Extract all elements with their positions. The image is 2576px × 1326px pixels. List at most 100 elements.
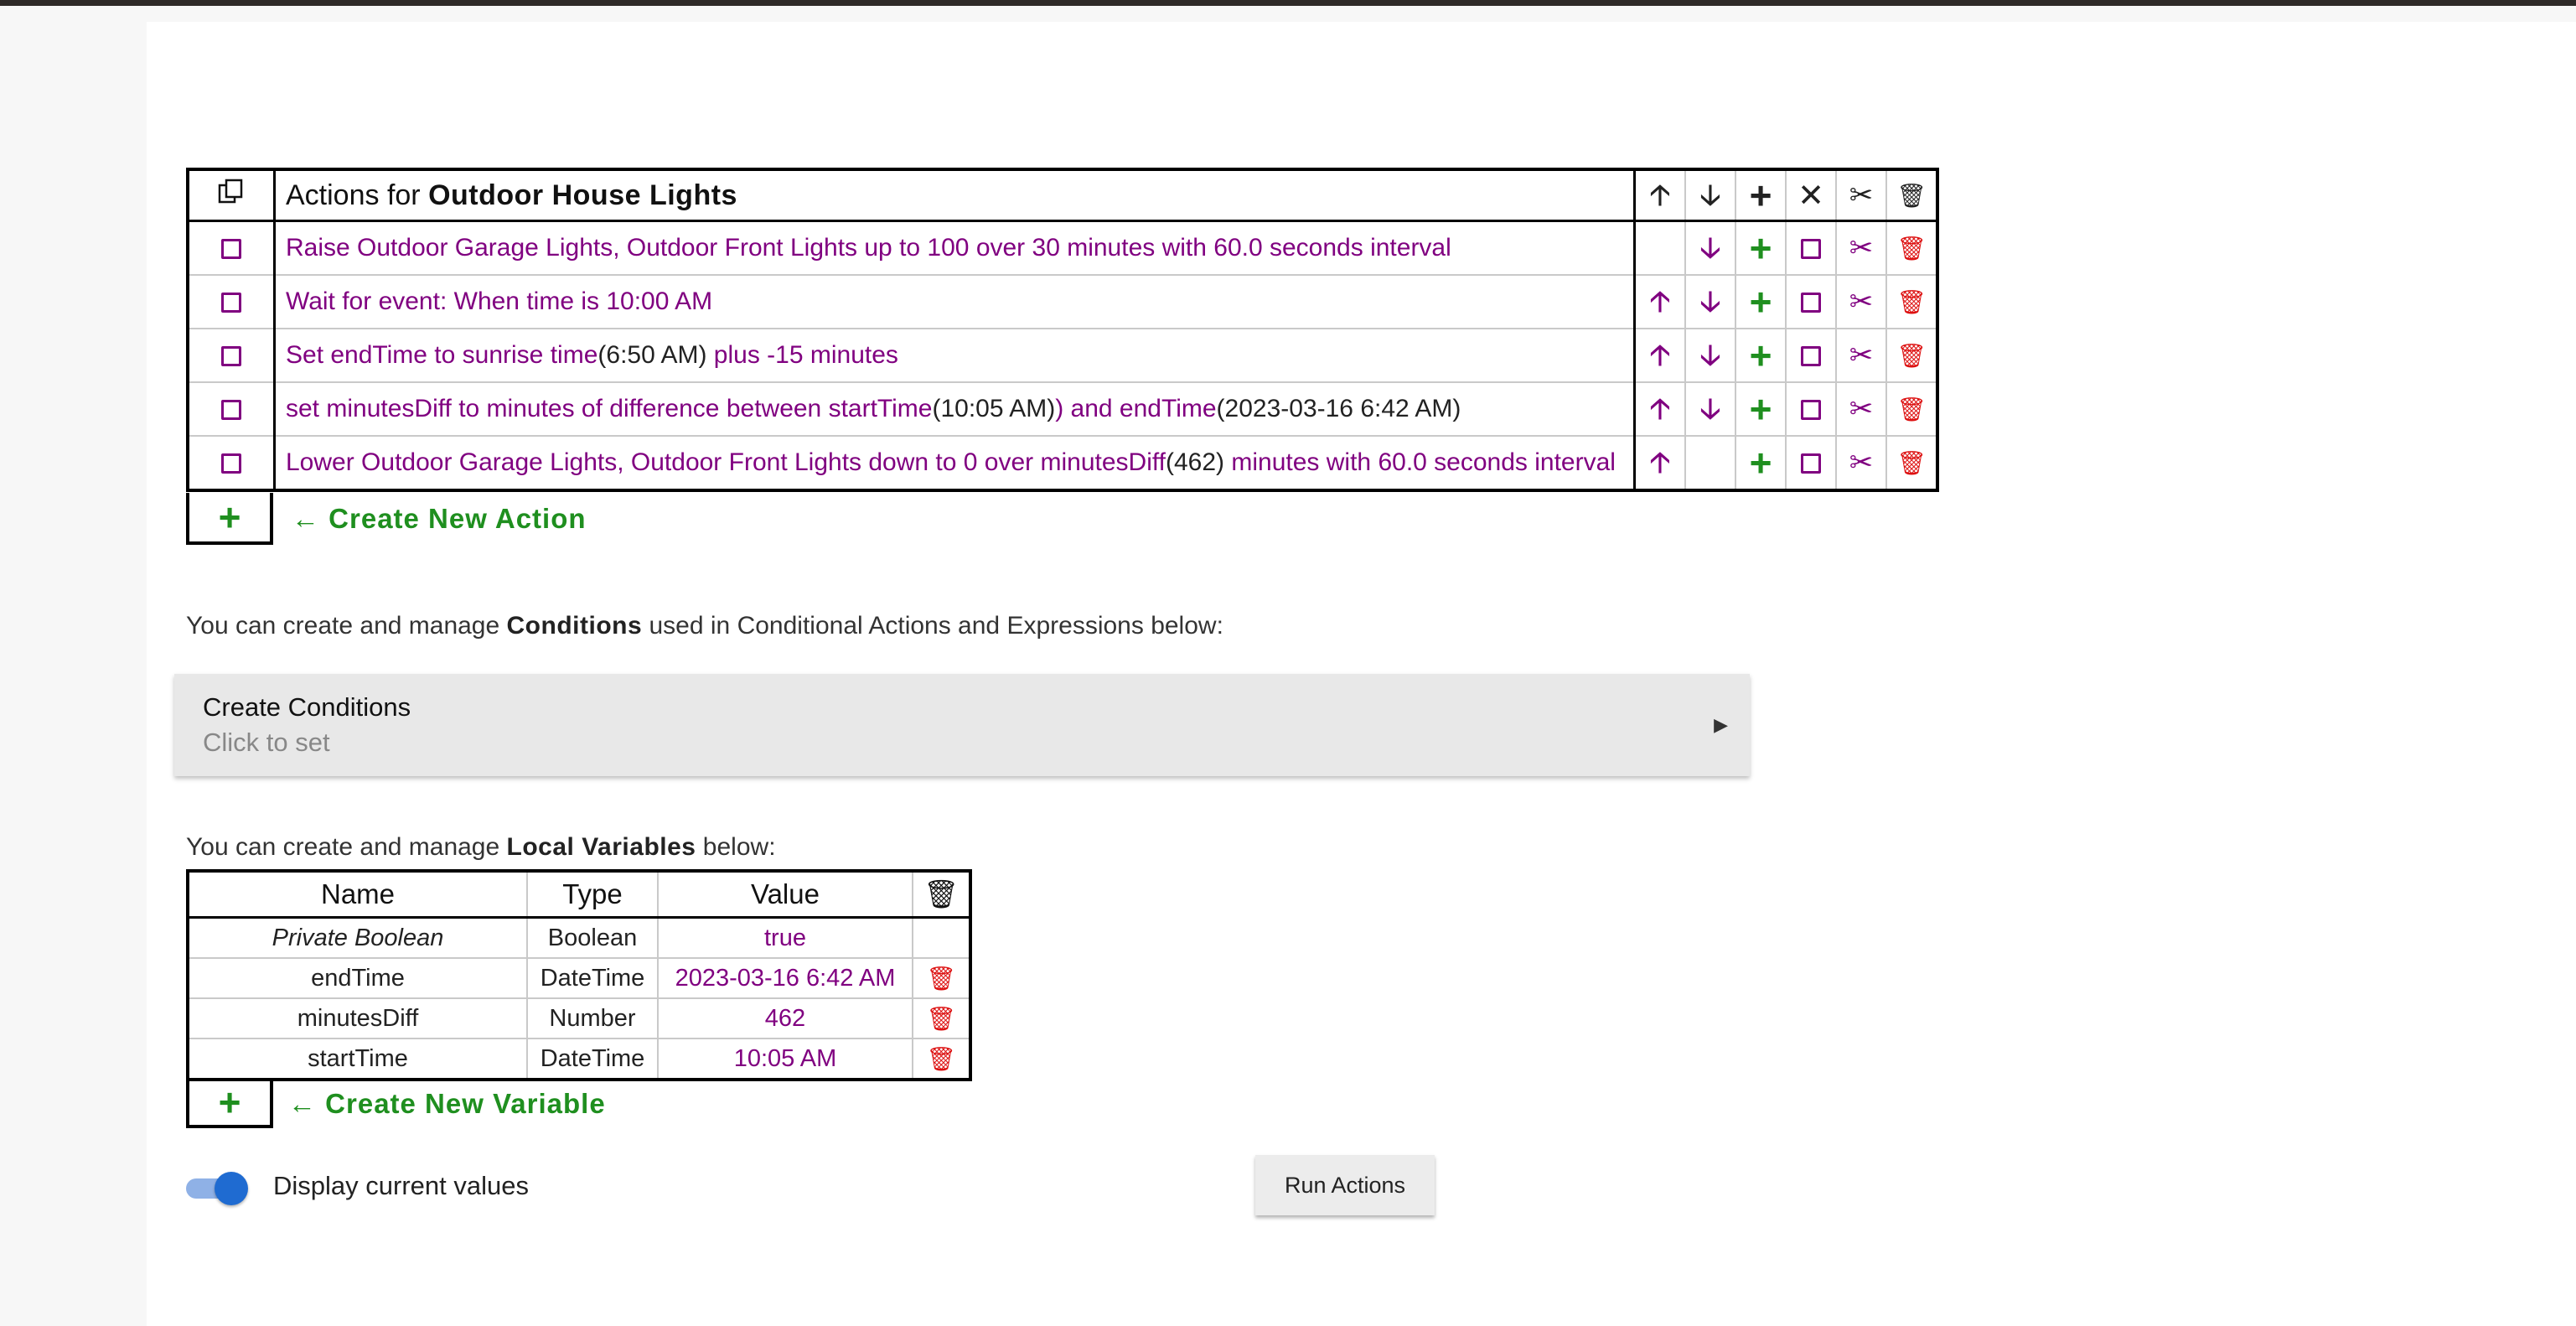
create-action-button[interactable]: + [186, 493, 273, 545]
toggle-knob [215, 1172, 248, 1205]
create-variable-button[interactable]: + [186, 1080, 273, 1128]
insert-action-icon[interactable]: + [1735, 274, 1787, 329]
action-select-checkbox[interactable] [187, 274, 276, 329]
cut-action-icon[interactable]: ✂ [1835, 381, 1887, 437]
delete-variable-icon[interactable]: 🗑 [912, 997, 971, 1039]
select-row-icon[interactable] [1785, 435, 1837, 491]
action-text-segment: plus -15 minutes [706, 341, 898, 369]
checkbox-icon [1801, 293, 1821, 313]
checkbox-icon [221, 453, 241, 474]
variable-type: DateTime [526, 1038, 659, 1080]
insert-header-icon[interactable]: + [1735, 168, 1787, 222]
copy-icon[interactable] [187, 168, 276, 222]
action-row: Set endTime to sunrise time(6:50 AM) plu… [187, 328, 1938, 383]
select-row-icon[interactable] [1785, 220, 1837, 276]
variable-value[interactable]: true [657, 916, 913, 959]
select-row-icon[interactable] [1785, 328, 1837, 383]
move-down-icon[interactable]: 🡣 [1684, 220, 1736, 276]
plus-icon: + [218, 1080, 241, 1124]
cut-action-icon[interactable]: ✂ [1835, 435, 1887, 491]
variable-row: endTime DateTime 2023-03-16 6:42 AM 🗑 [187, 957, 971, 999]
action-select-checkbox[interactable] [187, 328, 276, 383]
create-new-action-link[interactable]: ← Create New Action [292, 503, 587, 535]
top-bar [0, 0, 2576, 6]
checkbox-icon [221, 400, 241, 421]
insert-action-icon[interactable]: + [1735, 435, 1787, 491]
actions-title: Actions for Outdoor House Lights [273, 168, 1636, 222]
move-up-icon[interactable]: 🡡 [1633, 328, 1686, 383]
variable-value[interactable]: 462 [657, 997, 913, 1039]
move-down-header-icon[interactable]: 🡣 [1684, 168, 1736, 222]
plus-icon: + [218, 495, 241, 539]
delete-action-icon[interactable]: 🗑 [1885, 220, 1938, 276]
action-text-segment: (6:50 AM) [597, 341, 707, 369]
move-down-icon[interactable]: 🡣 [1684, 274, 1736, 329]
action-select-checkbox[interactable] [187, 220, 276, 276]
action-text[interactable]: Wait for event: When time is 10:00 AM [273, 274, 1636, 329]
create-conditions-panel[interactable]: Create Conditions Click to set ▶ [174, 674, 1750, 776]
action-text-segment: Lower Outdoor Garage Lights, Outdoor Fro… [286, 448, 1166, 476]
display-values-label: Display current values [273, 1171, 529, 1200]
delete-variable-icon[interactable]: 🗑 [912, 1038, 971, 1080]
action-row: Lower Outdoor Garage Lights, Outdoor Fro… [187, 435, 1938, 491]
checkbox-icon [1801, 400, 1821, 421]
checkbox-icon [1801, 239, 1821, 260]
action-text[interactable]: Lower Outdoor Garage Lights, Outdoor Fro… [273, 435, 1636, 491]
select-row-icon[interactable] [1785, 381, 1837, 437]
insert-action-icon[interactable]: + [1735, 220, 1787, 276]
checkbox-icon [221, 293, 241, 313]
delete-variable-icon [912, 916, 971, 959]
action-select-checkbox[interactable] [187, 381, 276, 437]
create-conditions-subtitle: Click to set [203, 728, 330, 757]
variable-type: DateTime [526, 957, 659, 999]
run-actions-button[interactable]: Run Actions [1255, 1155, 1435, 1215]
move-down-icon[interactable] [1684, 435, 1736, 491]
variable-name[interactable]: Private Boolean [187, 916, 528, 959]
action-select-checkbox[interactable] [187, 435, 276, 491]
cut-action-icon[interactable]: ✂ [1835, 274, 1887, 329]
action-text-segment: minutes with 60.0 seconds interval [1224, 448, 1616, 476]
variables-header-row: Name Type Value 🗑 [187, 870, 971, 919]
delete-action-icon[interactable]: 🗑 [1885, 381, 1938, 437]
variables-table: Name Type Value 🗑 Private Boolean Boolean… [186, 869, 972, 1081]
insert-action-icon[interactable]: + [1735, 328, 1787, 383]
create-new-variable-link[interactable]: ← Create New Variable [288, 1088, 606, 1120]
variable-name[interactable]: minutesDiff [187, 997, 528, 1039]
cut-header-icon[interactable]: ✂ [1835, 168, 1887, 222]
move-up-icon[interactable]: 🡡 [1633, 381, 1686, 437]
trash-header-icon[interactable]: 🗑 [1885, 168, 1938, 222]
move-down-icon[interactable]: 🡣 [1684, 381, 1736, 437]
move-up-header-icon[interactable]: 🡡 [1633, 168, 1686, 222]
trash-header-icon[interactable]: 🗑 [912, 870, 971, 919]
move-up-icon[interactable] [1633, 220, 1686, 276]
move-up-icon[interactable]: 🡡 [1633, 435, 1686, 491]
variable-value[interactable]: 10:05 AM [657, 1038, 913, 1080]
action-text[interactable]: Set endTime to sunrise time(6:50 AM) plu… [273, 328, 1636, 383]
action-text[interactable]: Raise Outdoor Garage Lights, Outdoor Fro… [273, 220, 1636, 276]
deselect-all-icon[interactable]: ✕ [1785, 168, 1837, 222]
variable-name[interactable]: startTime [187, 1038, 528, 1080]
column-value-header: Value [657, 870, 913, 919]
variables-intro: You can create and manage Local Variable… [186, 833, 776, 861]
cut-action-icon[interactable]: ✂ [1835, 220, 1887, 276]
action-text-segment: (462) [1166, 448, 1225, 476]
delete-action-icon[interactable]: 🗑 [1885, 274, 1938, 329]
select-row-icon[interactable] [1785, 274, 1837, 329]
action-text-segment: ) and endTime [1055, 395, 1217, 422]
variable-type: Boolean [526, 916, 659, 959]
insert-action-icon[interactable]: + [1735, 381, 1787, 437]
delete-action-icon[interactable]: 🗑 [1885, 435, 1938, 491]
delete-variable-icon[interactable]: 🗑 [912, 957, 971, 999]
create-conditions-title: Create Conditions [203, 692, 411, 722]
action-row: set minutesDiff to minutes of difference… [187, 381, 1938, 437]
cut-action-icon[interactable]: ✂ [1835, 328, 1887, 383]
action-text-segment: set minutesDiff to minutes of difference… [286, 395, 933, 422]
variable-value[interactable]: 2023-03-16 6:42 AM [657, 957, 913, 999]
variable-name[interactable]: endTime [187, 957, 528, 999]
action-text[interactable]: set minutesDiff to minutes of difference… [273, 381, 1636, 437]
delete-action-icon[interactable]: 🗑 [1885, 328, 1938, 383]
variable-row: Private Boolean Boolean true [187, 916, 971, 959]
display-values-toggle[interactable] [186, 1172, 248, 1205]
move-up-icon[interactable]: 🡡 [1633, 274, 1686, 329]
move-down-icon[interactable]: 🡣 [1684, 328, 1736, 383]
